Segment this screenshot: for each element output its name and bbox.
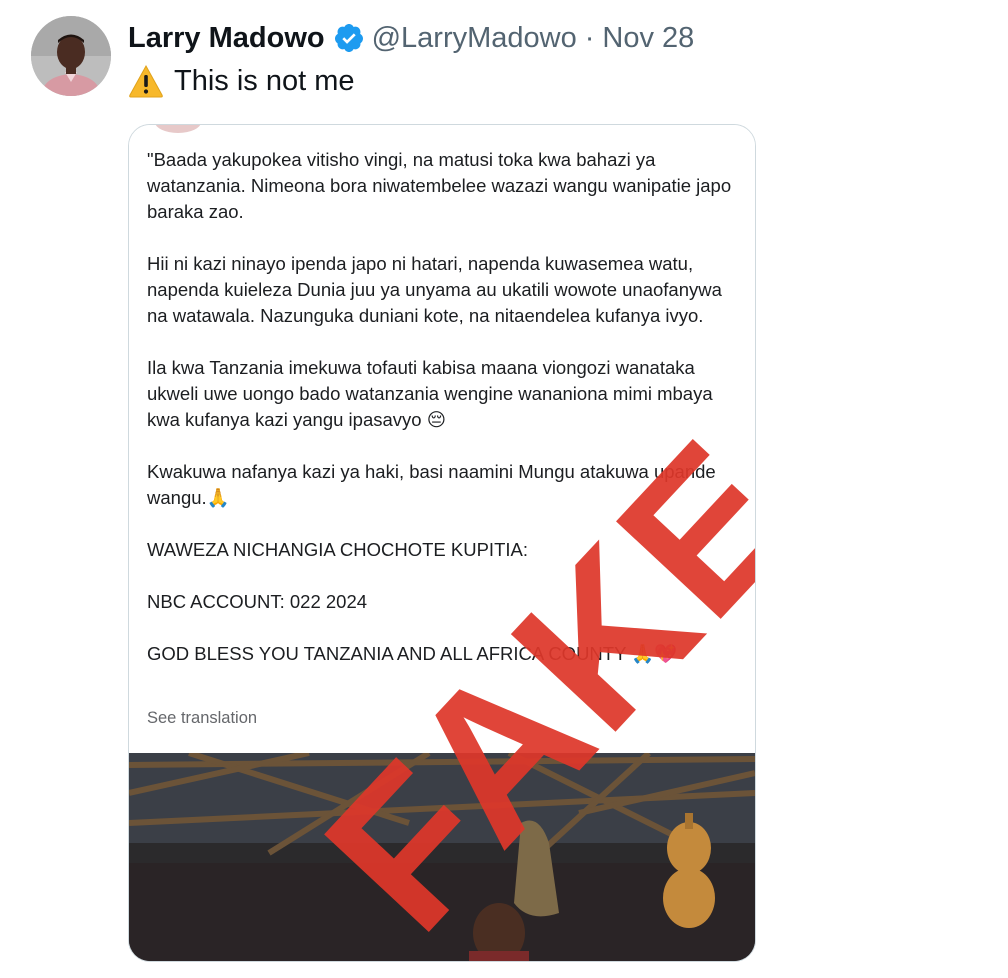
quoted-post-paragraph: WAWEZA NICHANGIA CHOCHOTE KUPITIA:	[147, 539, 528, 560]
display-name[interactable]: Larry Madowo	[128, 18, 325, 58]
quoted-post-paragraph: GOD BLESS YOU TANZANIA AND ALL AFRICA CO…	[147, 643, 678, 664]
quoted-post-paragraph: Ila kwa Tanzania imekuwa tofauti kabisa …	[147, 357, 713, 430]
see-translation-link: See translation	[147, 709, 258, 727]
avatar-photo	[31, 16, 111, 96]
quoted-post-photo	[129, 753, 755, 961]
verified-badge-icon	[333, 22, 365, 54]
warning-icon	[128, 64, 164, 98]
quoted-post-paragraph: "Baada yakupokea vitisho vingi, na matus…	[147, 149, 732, 222]
quoted-post-avatar	[155, 125, 201, 133]
avatar[interactable]	[31, 16, 111, 96]
quoted-post-body: "Baada yakupokea vitisho vingi, na matus…	[147, 147, 747, 693]
hut-interior-image	[129, 753, 755, 961]
quoted-post-paragraph: Hii ni kazi ninayo ipenda japo ni hatari…	[147, 253, 722, 326]
tweet-text: This is not me	[128, 60, 355, 102]
media-attachment[interactable]: "Baada yakupokea vitisho vingi, na matus…	[128, 124, 756, 962]
quoted-post-screenshot: "Baada yakupokea vitisho vingi, na matus…	[129, 125, 755, 755]
quoted-post-paragraph: NBC ACCOUNT: 022 2024	[147, 591, 368, 612]
tweet-header: Larry Madowo @LarryMadowo · Nov 28	[128, 18, 694, 58]
tweet-text-body: This is not me	[174, 64, 355, 97]
tweet: Larry Madowo @LarryMadowo · Nov 28 This …	[0, 0, 1008, 978]
tweet-date[interactable]: Nov 28	[602, 18, 694, 58]
separator-dot: ·	[584, 22, 595, 54]
author-handle[interactable]: @LarryMadowo	[372, 18, 577, 58]
quoted-post-paragraph: Kwakuwa nafanya kazi ya haki, basi naami…	[147, 461, 716, 508]
